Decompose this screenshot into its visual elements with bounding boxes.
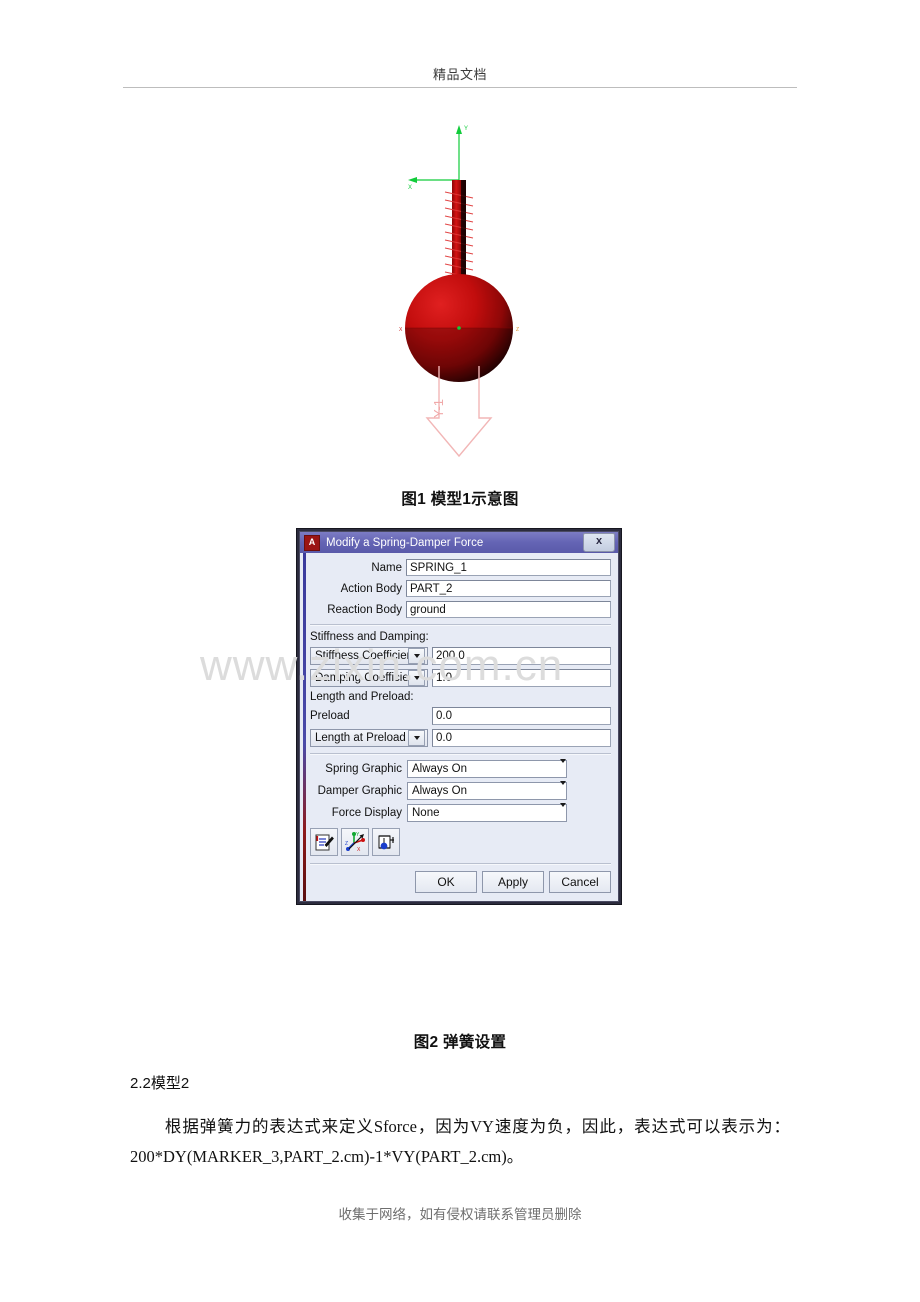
dialog-icon-toolbar: Y Z X [310,828,611,856]
preload-row: Preload 0.0 [310,707,611,725]
damper-graphic-row: Damper Graphic Always On [310,781,611,800]
damping-row: Damping Coefficient 1.0 [310,669,611,687]
svg-text:Y: Y [464,126,468,132]
name-input[interactable]: SPRING_1 [406,559,611,576]
name-row: Name SPRING_1 [310,559,611,576]
page-header: 精品文档 [123,64,797,88]
reaction-body-input[interactable]: ground [406,601,611,618]
force-display-label: Force Display [331,807,402,819]
divider-2 [310,753,611,755]
reaction-body-label: Reaction Body [327,603,402,616]
body-paragraph: 根据弹簧力的表达式来定义Sforce，因为VY速度为负，因此，表达式可以表示为：… [130,1112,790,1172]
cancel-button[interactable]: Cancel [549,871,611,893]
divider-3 [310,863,611,865]
force-display-row: Force Display None [310,803,611,822]
dialog-inner: A Modify a Spring-Damper Force x Name SP… [299,531,619,902]
chevron-down-icon[interactable] [408,730,425,746]
stiffness-combo[interactable]: Stiffness Coefficient [310,647,428,665]
paragraph-line-1: 根据弹簧力的表达式来定义Sforce，因为VY速度为负，因此，表达式可以 [164,1117,722,1136]
force-display-select[interactable]: None [407,803,567,822]
spring-graphic-row: Spring Graphic Always On [310,759,611,778]
global-axis-triad [408,125,462,183]
damper-graphic-select[interactable]: Always On [407,781,567,800]
reaction-body-row: Reaction Body ground [310,601,611,618]
damper-graphic-label: Damper Graphic [317,785,402,797]
damping-combo-value: Damping Coefficient [315,672,408,684]
stiffness-group-label: Stiffness and Damping: [310,631,429,643]
figure1-caption: 图1 模型1示意图 [401,491,519,508]
axes-triad-button[interactable]: Y Z X [341,828,369,856]
chevron-down-icon[interactable] [560,803,566,819]
damping-value-input[interactable]: 1.0 [432,669,611,687]
chevron-down-icon[interactable] [560,759,566,775]
spring-graphic-select[interactable]: Always On [407,759,567,778]
damping-combo[interactable]: Damping Coefficient [310,669,428,687]
chevron-down-icon[interactable] [408,648,425,664]
page-footer: 收集于网络，如有侵权请联系管理员删除 [338,1207,582,1222]
svg-text:X: X [399,327,403,333]
svg-text:X: X [408,185,412,191]
length-at-preload-value-input[interactable]: 0.0 [432,729,611,747]
svg-text:X: X [357,847,361,853]
ok-button[interactable]: OK [415,871,477,893]
stiffness-combo-value: Stiffness Coefficient [315,650,408,662]
section-heading: 2.2模型2 [130,1075,190,1092]
damper-graphic-button[interactable] [372,828,400,856]
dialog-title: Modify a Spring-Damper Force [326,536,484,549]
divider-1 [310,624,611,626]
spring-graphic-value: Always On [412,763,467,775]
figure2-caption: 图2 弹簧设置 [413,1034,507,1051]
svg-text:Y-1: Y-1 [431,399,446,418]
svg-text:Y: Y [356,832,360,838]
close-icon[interactable]: x [583,533,615,552]
edit-notes-button[interactable] [310,828,338,856]
preload-value-input[interactable]: 0.0 [432,707,611,725]
page-header-text: 精品文档 [432,67,487,82]
length-group-label: Length and Preload: [310,691,414,703]
preload-label: Preload [310,710,350,722]
spring-graphic-label: Spring Graphic [325,763,402,775]
length-at-preload-combo[interactable]: Length at Preload [310,729,428,747]
chevron-down-icon[interactable] [408,670,425,686]
stiffness-value-input[interactable]: 200.0 [432,647,611,665]
action-body-label: Action Body [340,582,402,595]
force-display-value: None [412,807,440,819]
action-body-row: Action Body PART_2 [310,580,611,597]
damper-graphic-icon [378,835,394,850]
svg-text:Z: Z [516,327,519,333]
length-at-preload-combo-value: Length at Preload [315,732,406,744]
damper-graphic-value: Always On [412,785,467,797]
length-at-preload-row: Length at Preload 0.0 [310,729,611,747]
spring-damper-dialog: A Modify a Spring-Damper Force x Name SP… [296,528,622,905]
chevron-down-icon[interactable] [560,781,566,797]
adams-app-icon: A [304,534,320,551]
action-body-input[interactable]: PART_2 [406,580,611,597]
page-header-rule [123,87,797,88]
dialog-edge-accent [303,553,306,901]
stiffness-row: Stiffness Coefficient 200.0 [310,647,611,665]
edit-notes-icon [315,834,334,851]
figure1-model-image: Y X X Z Y-1 [383,118,548,463]
dialog-button-row: OK Apply Cancel [310,871,611,895]
dialog-body: Name SPRING_1 Action Body PART_2 Reactio… [300,553,618,901]
apply-button[interactable]: Apply [482,871,544,893]
name-label: Name [371,561,402,574]
svg-text:Z: Z [345,841,348,847]
axes-triad-icon: Y Z X [345,832,365,853]
dialog-titlebar[interactable]: A Modify a Spring-Damper Force x [300,532,618,553]
